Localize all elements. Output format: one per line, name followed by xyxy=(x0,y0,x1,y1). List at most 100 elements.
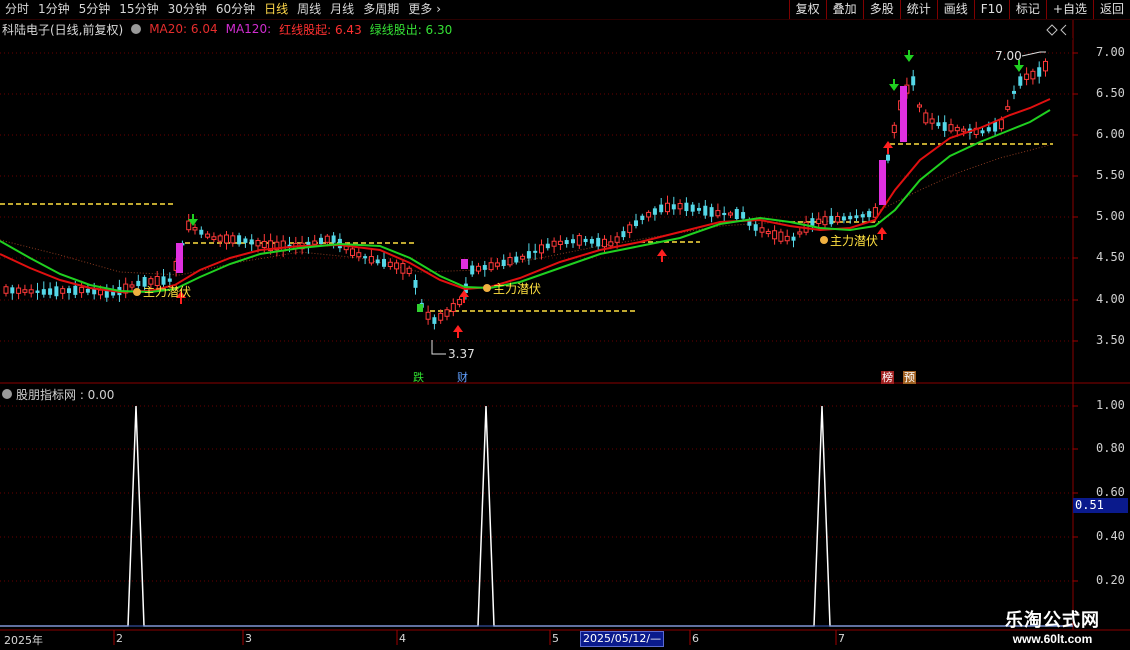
event-badge-yu[interactable]: 预 xyxy=(903,371,916,384)
candle-body xyxy=(54,286,59,297)
candle-body xyxy=(634,220,638,227)
candle-body xyxy=(243,238,248,243)
candle-body xyxy=(230,235,236,244)
period-tab[interactable]: 更多 xyxy=(403,0,436,19)
toolbar-button[interactable]: 统计 xyxy=(899,0,937,19)
candle-body xyxy=(948,124,954,132)
candle-body xyxy=(22,289,28,293)
candle-body xyxy=(476,265,481,272)
candle-body xyxy=(3,286,9,294)
candle-body xyxy=(136,280,141,287)
candle-body xyxy=(551,240,557,247)
candle-body xyxy=(539,244,544,254)
candle-body xyxy=(545,243,550,249)
candle-body xyxy=(886,154,890,161)
candle-body xyxy=(810,218,815,226)
candle-body xyxy=(186,220,192,231)
period-tab[interactable]: 周线 xyxy=(292,0,325,19)
candle-body xyxy=(387,261,393,268)
period-tab[interactable]: 30分钟 xyxy=(163,0,211,19)
period-tab[interactable]: 60分钟 xyxy=(211,0,259,19)
toolbar-button[interactable]: 多股 xyxy=(862,0,900,19)
candle-body xyxy=(867,211,872,218)
candle-body xyxy=(67,288,71,294)
candle-body xyxy=(41,289,46,295)
period-tab[interactable]: 分时 xyxy=(0,0,33,19)
candle-body xyxy=(507,257,513,266)
candle-body xyxy=(772,230,778,240)
candle-body xyxy=(324,235,330,243)
period-tab[interactable]: 15分钟 xyxy=(114,0,162,19)
period-tab[interactable]: 5分钟 xyxy=(74,0,115,19)
candle-body xyxy=(1030,70,1036,80)
candle-body xyxy=(589,239,594,244)
candle-body xyxy=(728,212,733,216)
candle-body xyxy=(432,317,437,324)
toolbar-button[interactable]: 返回 xyxy=(1092,0,1130,19)
period-tab[interactable]: 多周期 xyxy=(358,0,403,19)
candle-body xyxy=(261,240,267,248)
chevron-left-icon[interactable] xyxy=(1060,24,1067,36)
candle-body xyxy=(671,204,676,210)
candle-body xyxy=(816,218,822,225)
candle-body xyxy=(829,215,834,225)
low-price-label: 3.37 xyxy=(448,347,475,361)
candle-body xyxy=(646,211,652,218)
toolbar-button[interactable]: 叠加 xyxy=(825,0,863,19)
zhuli-label: 主力潜伏 xyxy=(493,282,542,296)
ma20-value: MA20: 6.04 xyxy=(149,22,218,36)
candle-body xyxy=(784,235,790,242)
event-badge-die[interactable]: 跌 xyxy=(412,371,425,384)
toolbar-button[interactable]: F10 xyxy=(973,0,1009,19)
candle-body xyxy=(368,256,374,264)
candle-body xyxy=(129,284,135,288)
settings-dot-icon[interactable] xyxy=(2,389,12,399)
candle-body xyxy=(526,251,531,259)
candle-body xyxy=(961,128,967,132)
event-badge-bang[interactable]: 榜 xyxy=(881,371,894,384)
candle-body xyxy=(406,267,412,275)
candle-body xyxy=(356,252,362,258)
candle-body xyxy=(514,256,519,263)
candle-body xyxy=(85,288,90,293)
candle-body xyxy=(936,122,941,127)
period-tab[interactable]: 1分钟 xyxy=(33,0,74,19)
candle-body xyxy=(1024,73,1030,80)
indicator-current-value: 0.51 xyxy=(1073,498,1128,513)
price-leaders xyxy=(431,51,1046,355)
diamond-icon[interactable] xyxy=(1046,24,1058,36)
hand-icon xyxy=(133,288,141,296)
date-month: 7 xyxy=(838,632,845,645)
candle-body xyxy=(860,214,865,218)
candle-body xyxy=(520,255,526,260)
candle-body xyxy=(255,240,261,247)
candle-body xyxy=(363,256,368,259)
chevron-right-icon[interactable]: › xyxy=(436,0,445,19)
zhuli-label: 主力潜伏 xyxy=(143,285,192,299)
toolbar-button[interactable]: 复权 xyxy=(788,0,826,19)
period-tab[interactable]: 日线 xyxy=(259,0,292,19)
candle-body xyxy=(923,112,929,124)
candle-body xyxy=(98,289,103,296)
toolbar-button[interactable]: 画线 xyxy=(936,0,974,19)
toolbar-button[interactable]: 标记 xyxy=(1008,0,1046,19)
high-price-label: 7.00 xyxy=(995,49,1022,63)
candle-body xyxy=(703,205,708,216)
candle-body xyxy=(596,237,601,247)
candle-body xyxy=(640,215,645,220)
period-tab[interactable]: 月线 xyxy=(325,0,358,19)
candle-body xyxy=(602,238,607,248)
candle-body xyxy=(35,290,40,293)
event-badge-cai[interactable]: 财 xyxy=(456,371,469,384)
settings-dot-icon[interactable] xyxy=(131,24,142,34)
arrow-up-red xyxy=(877,227,887,240)
candle-body xyxy=(677,203,683,210)
toolbar-button[interactable]: +自选 xyxy=(1045,0,1093,19)
kline-chart-canvas[interactable] xyxy=(0,0,1130,650)
candle-body xyxy=(690,204,695,212)
candle-body xyxy=(697,208,701,211)
candle-body xyxy=(205,233,211,238)
candle-body xyxy=(1043,60,1048,72)
candle-body xyxy=(929,118,935,124)
candle-body xyxy=(413,280,418,288)
